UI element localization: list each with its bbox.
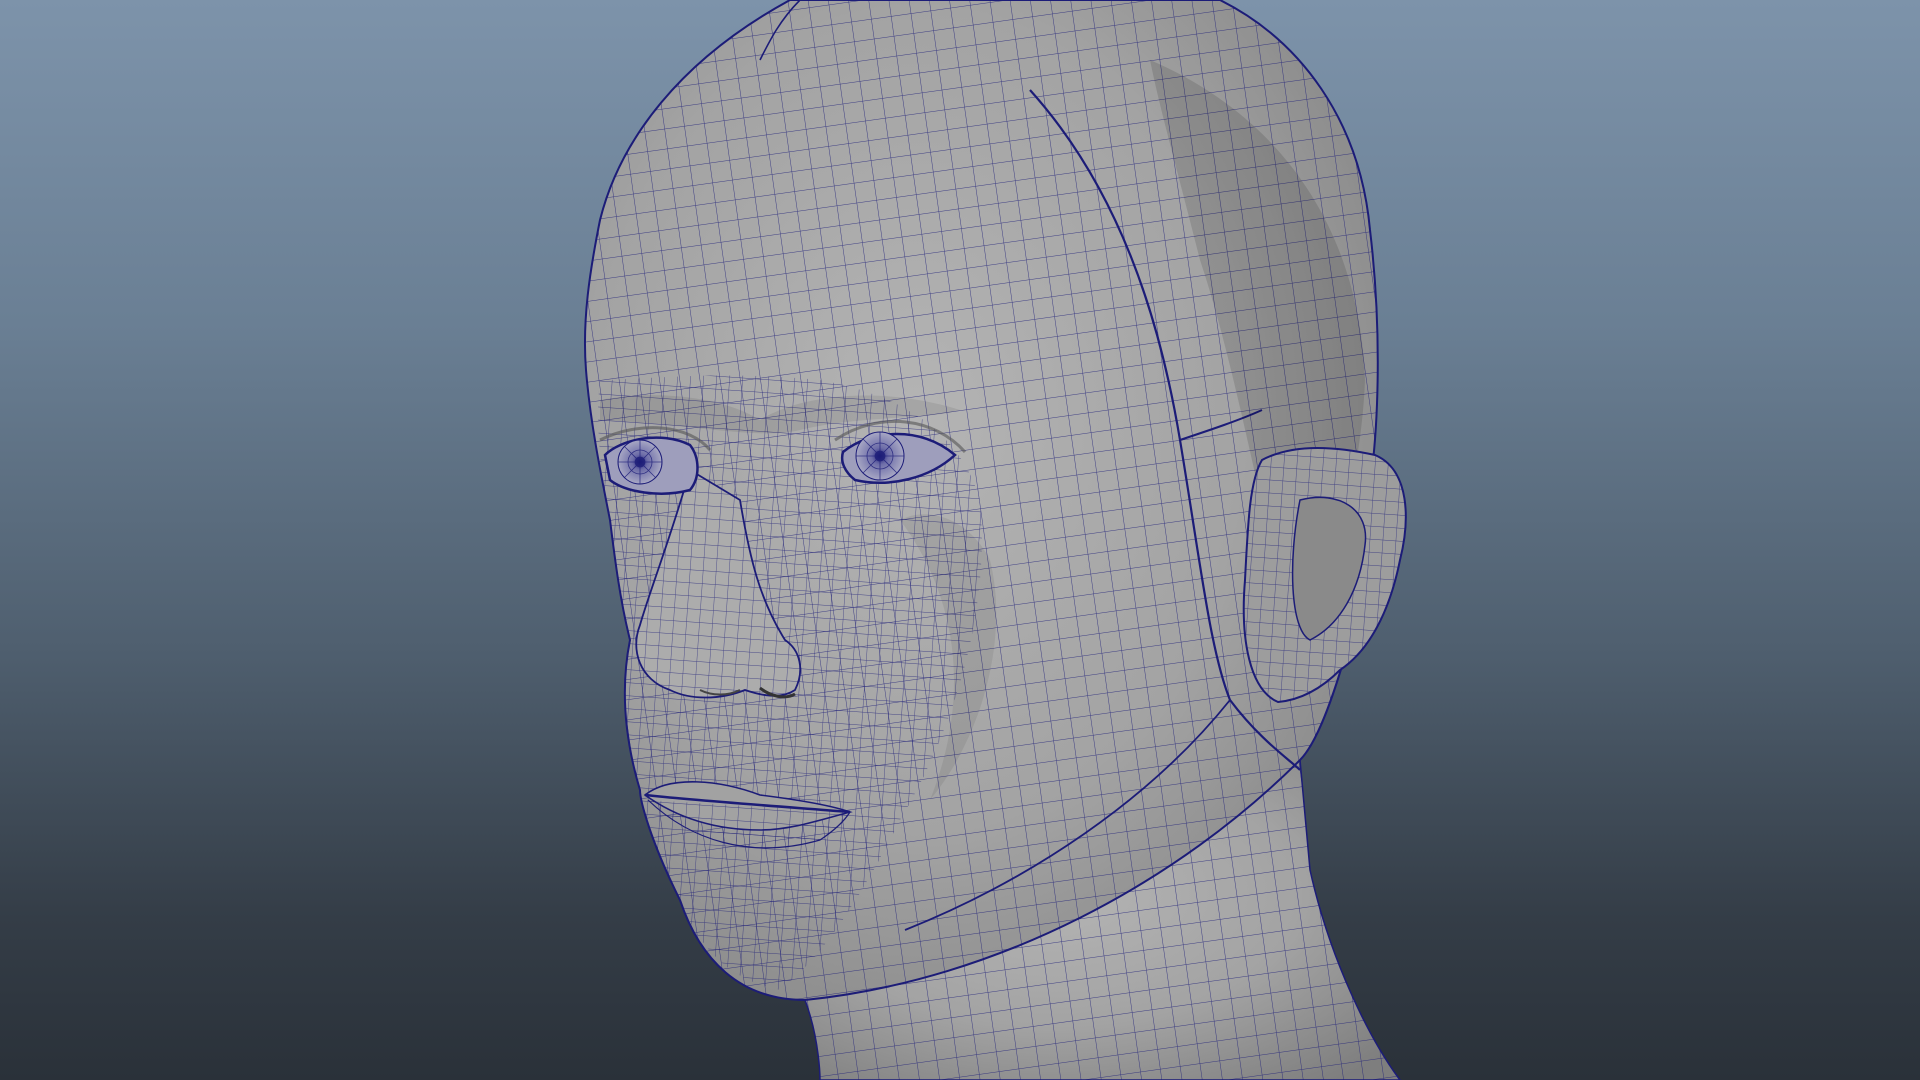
head-mesh-icon[interactable]: [0, 0, 1920, 1080]
ear: [1242, 447, 1407, 704]
3d-viewport[interactable]: [0, 0, 1920, 1080]
